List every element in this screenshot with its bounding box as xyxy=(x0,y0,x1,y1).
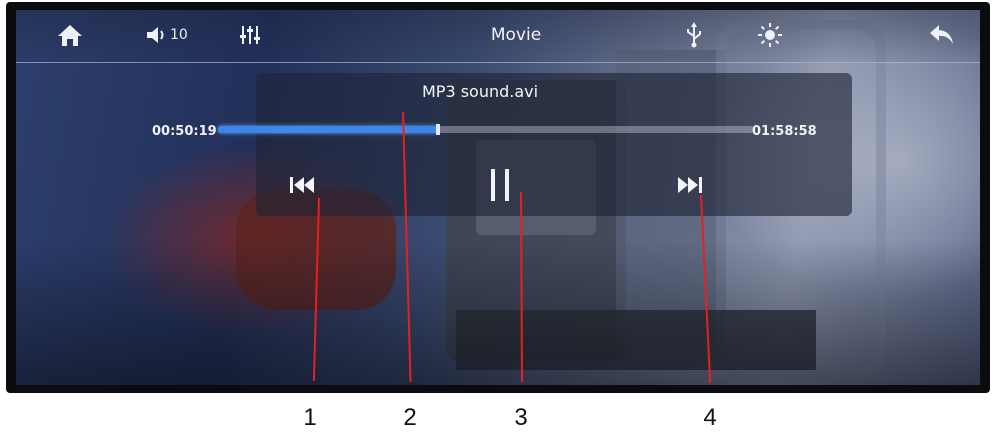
pause-icon xyxy=(485,167,515,207)
back-button[interactable] xyxy=(928,20,956,50)
volume-level: 10 xyxy=(170,27,188,43)
file-name: MP3 sound.avi xyxy=(422,82,539,101)
back-arrow-icon xyxy=(928,22,956,48)
volume-button[interactable]: 10 xyxy=(144,20,188,50)
callout-number-4: 4 xyxy=(703,404,717,431)
play-pause-button[interactable] xyxy=(480,168,520,206)
equalizer-button[interactable] xyxy=(238,20,262,50)
progress-bar[interactable] xyxy=(218,124,754,135)
equalizer-icon xyxy=(238,23,262,47)
usb-icon xyxy=(684,22,704,48)
brightness-button[interactable] xyxy=(757,20,783,50)
previous-track-button[interactable] xyxy=(282,172,322,202)
callout-number-2: 2 xyxy=(403,404,417,431)
callout-number-3: 3 xyxy=(514,404,528,431)
previous-track-icon xyxy=(287,175,317,199)
top-status-bar: 10 Movie xyxy=(16,10,980,63)
usb-source-button[interactable] xyxy=(684,20,704,50)
current-time: 00:50:19 xyxy=(152,124,217,139)
callout-number-1: 1 xyxy=(303,404,317,431)
speaker-icon xyxy=(144,24,168,46)
home-icon xyxy=(56,22,84,48)
progress-handle[interactable] xyxy=(435,124,440,135)
total-time: 01:58:58 xyxy=(752,124,817,139)
screen-title: Movie xyxy=(490,25,542,45)
home-button[interactable] xyxy=(56,20,84,50)
progress-fill xyxy=(218,126,438,133)
brightness-icon xyxy=(757,22,783,48)
next-track-button[interactable] xyxy=(670,172,710,202)
video-frame-shade xyxy=(16,240,980,385)
